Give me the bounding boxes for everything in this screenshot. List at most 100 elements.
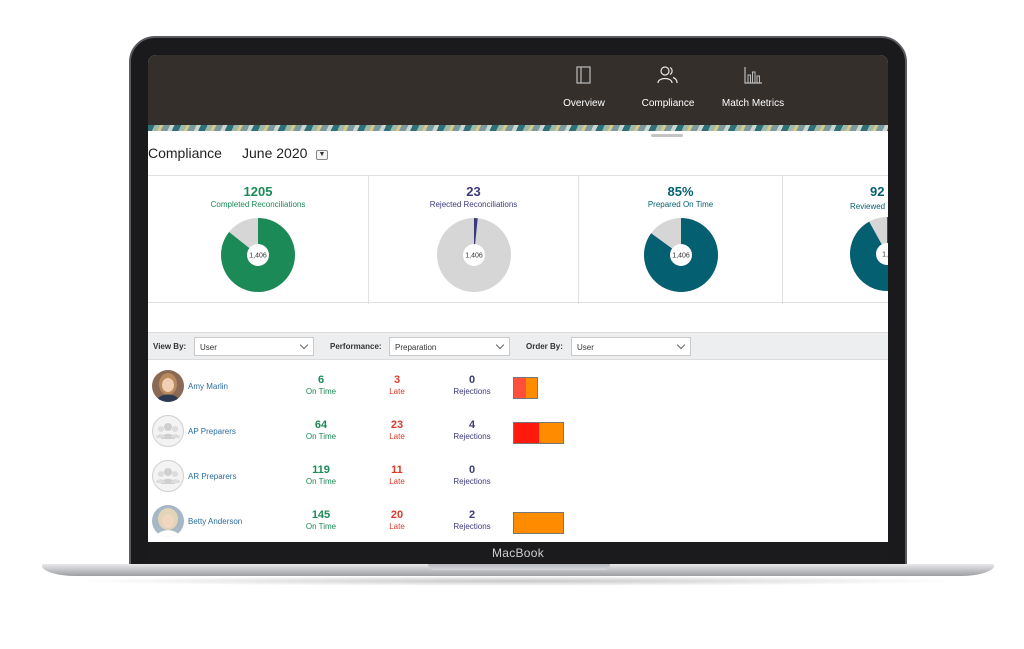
avatar: [152, 460, 184, 492]
on-time-label: On Time: [305, 387, 337, 396]
user-row[interactable]: Amy Marlin 6 On Time 3 Late 0 Rejections: [148, 366, 888, 410]
on-time-stat: 145 On Time: [291, 509, 351, 531]
on-time-value: 6: [317, 374, 325, 386]
late-stat: 3 Late: [367, 374, 427, 396]
rejections-value: 4: [468, 419, 476, 431]
order-by-label: Order By:: [526, 342, 563, 351]
filter-bar: View By: User Performance: Preparation O…: [148, 332, 888, 360]
on-time-stat: 119 On Time: [291, 464, 351, 486]
kpi-prepared-on-time[interactable]: 85% Prepared On Time 1,406: [579, 176, 783, 304]
laptop-shadow: [70, 576, 966, 586]
user-row[interactable]: Betty Anderson 145 On Time 20 Late 2 Rej…: [148, 501, 888, 542]
performance-bar[interactable]: [513, 512, 564, 534]
kpi-completed[interactable]: 1205 Completed Reconciliations 1,406: [148, 176, 369, 304]
user-row[interactable]: AR Preparers 119 On Time 11 Late 0 Rejec…: [148, 456, 888, 500]
rejections-label: Rejections: [453, 387, 491, 396]
users-icon: [657, 66, 678, 84]
donut-center-label: 1,406: [672, 253, 690, 260]
performance-bar[interactable]: [513, 422, 564, 444]
donut-center-label: 1,406: [465, 253, 483, 260]
view-by-label: View By:: [153, 342, 187, 351]
late-value: 23: [390, 419, 404, 431]
on-time-value: 145: [311, 509, 331, 521]
decorative-banner: [148, 125, 888, 131]
late-stat: 23 Late: [367, 419, 427, 441]
user-name[interactable]: AR Preparers: [188, 472, 236, 481]
late-label: Late: [389, 477, 405, 486]
on-time-value: 119: [312, 464, 330, 476]
donut-chart-rejected: 1,406: [436, 218, 511, 292]
on-time-label: On Time: [305, 477, 337, 486]
rejections-stat: 0 Rejections: [442, 464, 502, 486]
user-photo-icon: [152, 370, 184, 402]
rejections-value: 0: [468, 374, 476, 386]
kpi-value: 23: [466, 184, 481, 199]
user-name[interactable]: Amy Marlin: [188, 382, 228, 391]
nav-compliance[interactable]: Compliance: [623, 63, 713, 111]
kpi-label: Prepared On Time: [647, 200, 714, 209]
rejections-label: Rejections: [453, 477, 491, 486]
late-value: 11: [391, 464, 403, 476]
nav-overview-label: Overview: [563, 98, 605, 109]
nav-compliance-label: Compliance: [641, 98, 695, 109]
drag-handle[interactable]: [651, 134, 683, 137]
rejections-label: Rejections: [453, 432, 491, 441]
late-stat: 11 Late: [367, 464, 427, 486]
nav-match-metrics-label: Match Metrics: [721, 98, 785, 109]
chevron-down-icon: [495, 340, 505, 350]
avatar: [152, 370, 184, 402]
performance-select[interactable]: Preparation: [389, 337, 510, 356]
donut-chart-reviewed: 1,2: [850, 217, 888, 291]
top-nav-bar: Overview Compliance Match Metrics: [148, 55, 888, 125]
donut-center-label: 1,2: [882, 252, 888, 259]
on-time-label: On Time: [305, 432, 337, 441]
period-label: June 2020: [242, 145, 308, 161]
on-time-stat: 64 On Time: [291, 419, 351, 441]
performance-bar-segment: [514, 378, 526, 398]
kpi-value: 92: [870, 184, 885, 199]
kpi-label: Reviewed: [850, 202, 886, 211]
late-value: 20: [390, 509, 404, 521]
late-value: 3: [393, 374, 401, 386]
rejections-label: Rejections: [453, 522, 491, 531]
on-time-label: On Time: [305, 522, 337, 531]
chevron-down-icon: [676, 340, 686, 350]
donut-chart-completed: 1,406: [221, 218, 296, 292]
performance-label: Performance:: [330, 342, 382, 351]
late-label: Late: [389, 432, 405, 441]
screen: Overview Compliance Match Metrics Compli…: [148, 55, 888, 542]
rejections-stat: 4 Rejections: [442, 419, 502, 441]
performance-bar-segment: [525, 378, 537, 398]
donut-chart-prepared: 1,406: [643, 218, 718, 292]
kpi-rejected[interactable]: 23 Rejected Reconciliations 1,406: [369, 176, 579, 304]
kpi-reviewed[interactable]: 92 Reviewed 1,2: [783, 176, 888, 304]
user-name[interactable]: Betty Anderson: [188, 517, 242, 526]
nav-match-metrics[interactable]: Match Metrics: [708, 63, 798, 111]
on-time-value: 64: [314, 419, 328, 431]
performance-bar[interactable]: [513, 377, 538, 399]
rejections-stat: 0 Rejections: [442, 374, 502, 396]
user-row[interactable]: AP Preparers 64 On Time 23 Late 4 Reject…: [148, 411, 888, 455]
order-by-value: User: [577, 343, 594, 352]
nav-overview[interactable]: Overview: [539, 63, 629, 111]
user-photo-icon: [152, 505, 184, 537]
late-label: Late: [389, 522, 405, 531]
rejections-value: 0: [468, 464, 476, 476]
bar-chart-icon: [744, 67, 762, 84]
user-name[interactable]: AP Preparers: [188, 427, 236, 436]
device-label: MacBook: [491, 546, 545, 560]
avatar: [152, 415, 184, 447]
donut-center-label: 1,406: [249, 253, 267, 260]
kpi-row: 1205 Completed Reconciliations 1,406 23 …: [148, 175, 888, 304]
group-icon: [156, 423, 180, 439]
on-time-stat: 6 On Time: [291, 374, 351, 396]
late-label: Late: [389, 387, 405, 396]
rejections-value: 2: [468, 509, 476, 521]
performance-value: Preparation: [395, 343, 437, 352]
view-by-select[interactable]: User: [194, 337, 314, 356]
kpi-label: Rejected Reconciliations: [429, 200, 518, 209]
period-dropdown-button[interactable]: ▼: [316, 150, 328, 160]
order-by-select[interactable]: User: [571, 337, 691, 356]
kpi-label: Completed Reconciliations: [210, 200, 306, 209]
panel-icon: [576, 66, 591, 84]
